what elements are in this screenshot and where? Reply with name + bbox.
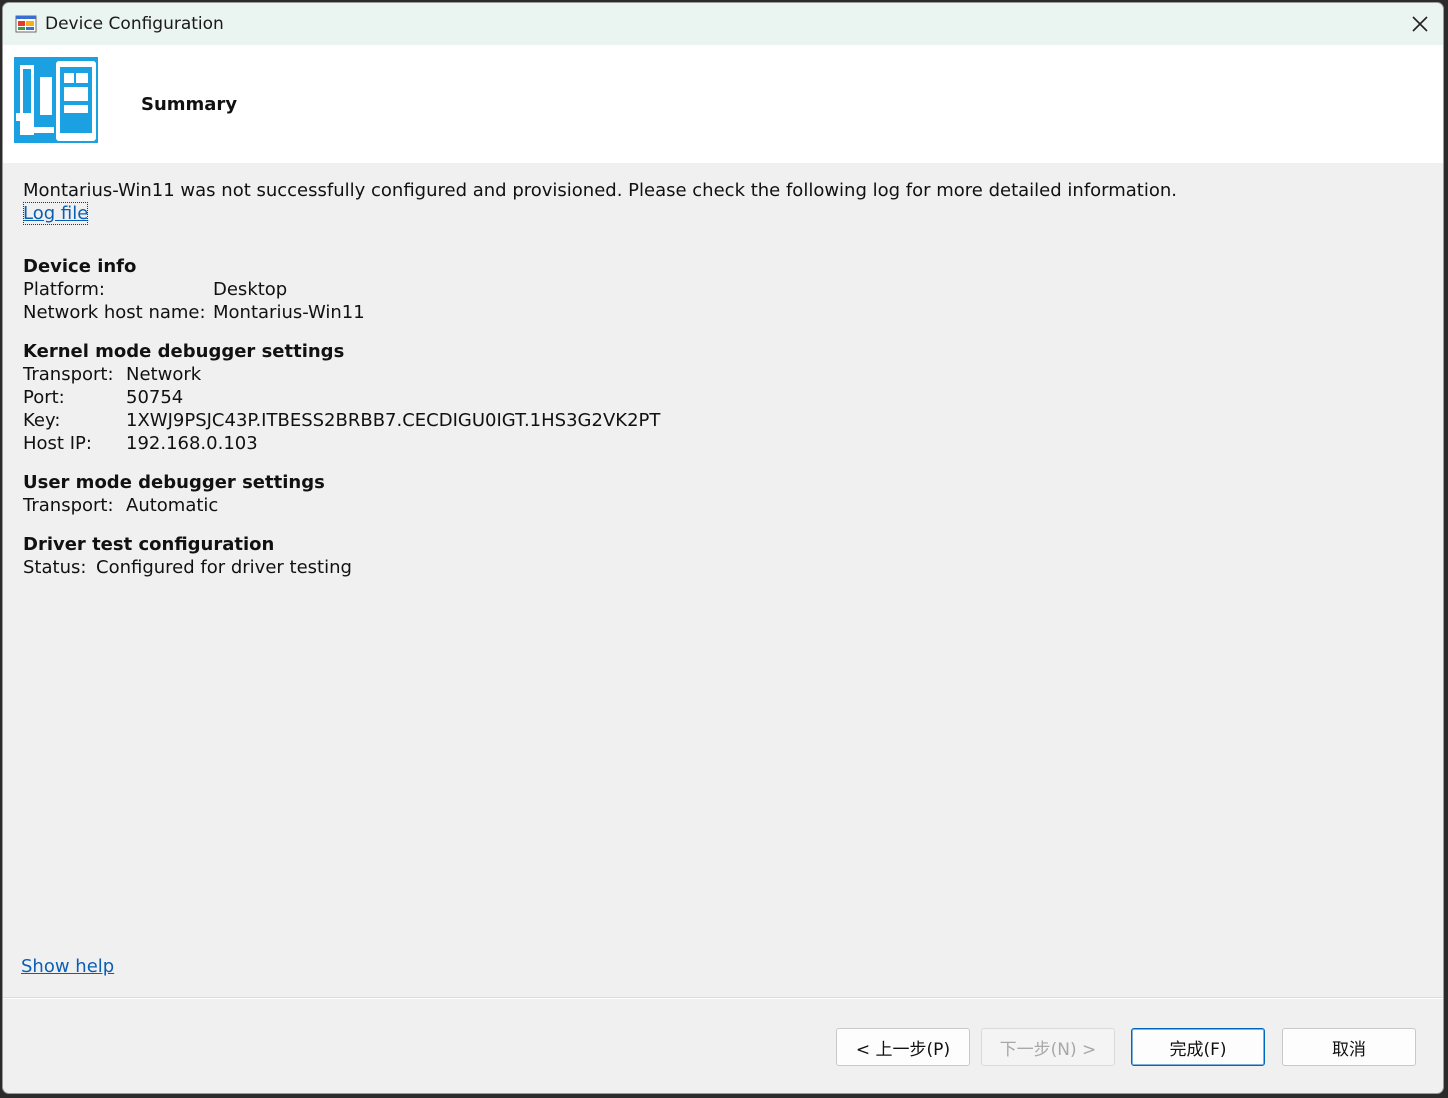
kernel-transport-value: Network: [126, 364, 202, 385]
kernel-debugger-section: Kernel mode debugger settings Transport:…: [23, 340, 1423, 455]
status-value: Configured for driver testing: [96, 557, 352, 578]
device-info-title: Device info: [23, 256, 137, 277]
user-transport-row: Transport: Automatic: [23, 494, 1423, 517]
footer-divider-highlight: [3, 998, 1443, 999]
user-debugger-section: User mode debugger settings Transport: A…: [23, 471, 1423, 517]
host-name-value: Montarius-Win11: [213, 302, 365, 323]
host-name-label: Network host name:: [23, 302, 206, 323]
platform-label: Platform:: [23, 279, 105, 300]
user-transport-value: Automatic: [126, 495, 219, 516]
device-logo-icon: [14, 57, 98, 143]
host-ip-row: Host IP: 192.168.0.103: [23, 432, 1423, 455]
title-bar[interactable]: Device Configuration: [3, 3, 1443, 45]
summary-content: Montarius-Win11 was not successfully con…: [23, 179, 1423, 579]
kernel-transport-label: Transport:: [23, 364, 114, 385]
show-help-link[interactable]: Show help: [21, 956, 114, 977]
platform-row: Platform: Desktop: [23, 278, 1423, 301]
key-row: Key: 1XWJ9PSJC43P.ITBESS2BRBB7.CECDIGU0I…: [23, 409, 1423, 432]
status-message: Montarius-Win11 was not successfully con…: [23, 180, 1178, 201]
close-icon: [1412, 16, 1428, 32]
kernel-transport-row: Transport: Network: [23, 363, 1423, 386]
cancel-button[interactable]: 取消: [1282, 1028, 1416, 1066]
status-row: Status: Configured for driver testing: [23, 556, 1423, 579]
next-button[interactable]: 下一步(N) >: [981, 1028, 1115, 1066]
app-icon: [15, 15, 37, 33]
driver-test-title: Driver test configuration: [23, 534, 275, 555]
device-configuration-window: Device Configuration Summary Montarius-W…: [2, 2, 1444, 1094]
port-label: Port:: [23, 387, 65, 408]
back-button[interactable]: < 上一步(P): [836, 1028, 970, 1066]
window-title: Device Configuration: [45, 14, 224, 34]
key-label: Key:: [23, 410, 61, 431]
status-label: Status:: [23, 557, 87, 578]
finish-button[interactable]: 完成(F): [1131, 1028, 1265, 1066]
close-button[interactable]: [1397, 3, 1443, 45]
driver-test-section: Driver test configuration Status: Config…: [23, 533, 1423, 579]
key-value: 1XWJ9PSJC43P.ITBESS2BRBB7.CECDIGU0IGT.1H…: [126, 410, 661, 431]
device-info-section: Device info Platform: Desktop Network ho…: [23, 255, 1423, 324]
host-ip-label: Host IP:: [23, 433, 92, 454]
host-name-row: Network host name: Montarius-Win11: [23, 301, 1423, 324]
log-file-link[interactable]: Log file: [23, 202, 89, 225]
page-title: Summary: [141, 94, 238, 115]
port-row: Port: 50754: [23, 386, 1423, 409]
platform-value: Desktop: [213, 279, 288, 300]
port-value: 50754: [126, 387, 184, 408]
host-ip-value: 192.168.0.103: [126, 433, 258, 454]
user-transport-label: Transport:: [23, 495, 114, 516]
user-debugger-title: User mode debugger settings: [23, 472, 325, 493]
kernel-debugger-title: Kernel mode debugger settings: [23, 341, 345, 362]
wizard-header: Summary: [3, 45, 1443, 163]
